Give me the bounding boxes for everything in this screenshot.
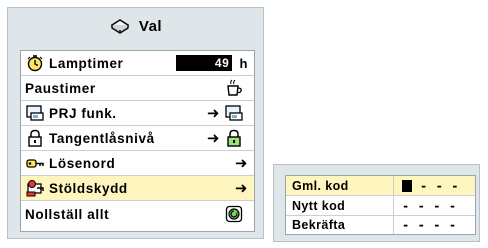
menu-item-reset-all[interactable]: Nollställ allt (21, 201, 254, 227)
code-digit: - (448, 198, 457, 213)
menu-item-label: Paustimer (25, 80, 96, 96)
options-icon (109, 16, 131, 36)
confirm-code-label: Bekräfta (286, 216, 394, 234)
arrow-right-icon: ➜ (234, 154, 248, 172)
menu-header: Val (8, 8, 263, 44)
old-code-field[interactable]: - - - (394, 179, 475, 193)
lock-icon (25, 129, 45, 147)
cup-icon (224, 79, 244, 97)
timer-icon (25, 54, 45, 72)
lock-icon (224, 129, 244, 147)
code-digit: - (417, 218, 426, 232)
menu-item-label: Lösenord (49, 155, 116, 171)
key-icon (25, 154, 45, 172)
old-code-row[interactable]: Gml. kod - - - (286, 176, 475, 196)
menu-list: Lamptimer 49 h Paustimer PRJ funk. ➜ Tan… (20, 50, 255, 232)
lamp-hours-value: 49 (176, 55, 233, 71)
lamp-hours-unit: h (239, 55, 248, 71)
code-digit: - (402, 218, 410, 232)
new-code-label: Nytt kod (286, 196, 394, 215)
code-table: Gml. kod - - - Nytt kod - - - - Bekräfta… (285, 175, 476, 235)
menu-item-anti-theft[interactable]: Stöldskydd ➜ (21, 176, 254, 201)
options-menu: Val Lamptimer 49 h Paustimer PRJ funk. ➜… (7, 7, 264, 239)
code-digit: - (448, 218, 457, 232)
arrow-right-icon: ➜ (206, 104, 220, 122)
menu-item-label: Nollställ allt (25, 206, 110, 222)
menu-item-label: PRJ funk. (49, 105, 117, 121)
arrow-right-icon: ➜ (234, 179, 248, 197)
menu-item-password[interactable]: Lösenord ➜ (21, 151, 254, 176)
menu-item-label: Stöldskydd (49, 180, 128, 196)
menu-item-pause-timer[interactable]: Paustimer (21, 76, 254, 101)
anti-theft-icon (25, 179, 45, 197)
code-digit: - (435, 178, 444, 193)
input-cursor (402, 179, 412, 192)
code-digit: - (433, 198, 441, 213)
menu-title: Val (138, 17, 163, 35)
confirm-code-field[interactable]: - - - - (394, 218, 475, 232)
projector-icon (25, 104, 45, 122)
code-digit: - (417, 198, 426, 213)
old-code-label: Gml. kod (286, 176, 394, 195)
new-code-row[interactable]: Nytt kod - - - - (286, 196, 475, 216)
menu-item-lamp-timer[interactable]: Lamptimer 49 h (21, 51, 254, 76)
reset-icon (224, 205, 244, 223)
menu-item-prj-function[interactable]: PRJ funk. ➜ (21, 101, 254, 126)
anti-theft-code-panel: Gml. kod - - - Nytt kod - - - - Bekräfta… (273, 164, 480, 242)
menu-item-label: Tangentlåsnivå (49, 130, 155, 146)
code-digit: - (420, 178, 428, 193)
code-digit: - (451, 178, 459, 193)
new-code-field[interactable]: - - - - (394, 199, 475, 213)
confirm-code-row[interactable]: Bekräfta - - - - (286, 216, 475, 234)
menu-item-label: Lamptimer (49, 55, 124, 71)
code-digit: - (433, 218, 441, 232)
code-digit: - (402, 198, 410, 213)
menu-item-key-lock-level[interactable]: Tangentlåsnivå ➜ (21, 126, 254, 151)
projector-icon (224, 104, 244, 122)
arrow-right-icon: ➜ (206, 129, 220, 147)
